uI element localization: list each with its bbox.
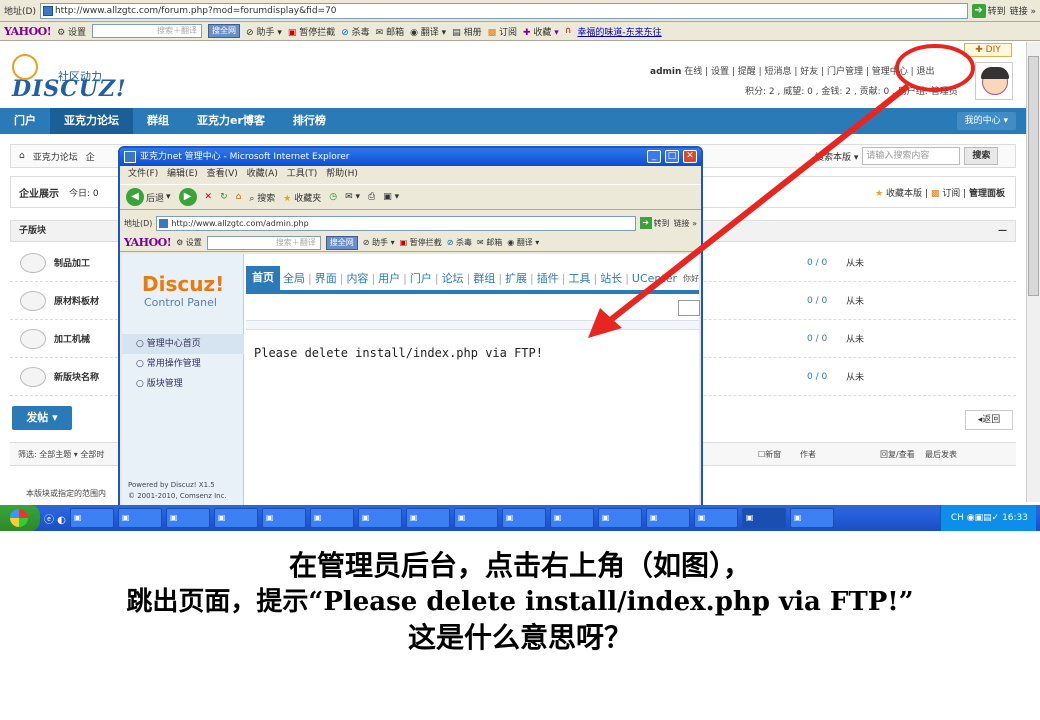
taskbar-item[interactable]: ▣	[645, 508, 690, 528]
taskbar-item[interactable]: ▣	[309, 508, 354, 528]
clock: 16:33	[1002, 513, 1028, 523]
annotation-overlay	[588, 44, 975, 338]
taskbar-item[interactable]: ▣	[261, 508, 306, 528]
taskbar-item-active[interactable]: ▣	[741, 508, 786, 528]
taskbar-item[interactable]: ▣	[501, 508, 546, 528]
caption-line: 这是什么意思呀？	[407, 621, 632, 654]
caption-line: 在管理员后台，点击右上角（如图），	[288, 549, 751, 582]
taskbar-item[interactable]: ▣	[789, 508, 834, 528]
quicklaunch-ie-icon[interactable]: ⓔ ◐	[44, 511, 66, 526]
system-tray: CH ◉▣▤✓ 16:33	[939, 505, 1036, 531]
taskbar-item[interactable]: ▣	[357, 508, 402, 528]
taskbar: ⓔ ◐ ▣ ▣ ▣ ▣ ▣ ▣ ▣ ▣ ▣ ▣ ▣ ▣ ▣ ▣ ▣ ▣ CH ◉…	[0, 505, 1040, 531]
taskbar-item[interactable]: ▣	[117, 508, 162, 528]
language-indicator[interactable]: CH	[951, 513, 964, 523]
question-caption: 在管理员后台，点击右上角（如图）， 跳出页面，提示“Please delete …	[0, 548, 1040, 656]
taskbar-item[interactable]: ▣	[693, 508, 738, 528]
taskbar-item[interactable]: ▣	[165, 508, 210, 528]
taskbar-item[interactable]: ▣	[549, 508, 594, 528]
annotation-arrow-shaft	[606, 83, 910, 325]
caption-line: 跳出页面，提示“Please delete install/index.php …	[126, 587, 914, 617]
taskbar-item[interactable]: ▣	[453, 508, 498, 528]
taskbar-item[interactable]: ▣	[405, 508, 450, 528]
taskbar-item[interactable]: ▣	[213, 508, 258, 528]
windows-logo-icon	[10, 509, 28, 527]
taskbar-item[interactable]: ▣	[597, 508, 642, 528]
taskbar-item[interactable]: ▣	[69, 508, 114, 528]
annotation-circle	[895, 44, 975, 92]
start-button[interactable]	[0, 505, 40, 531]
